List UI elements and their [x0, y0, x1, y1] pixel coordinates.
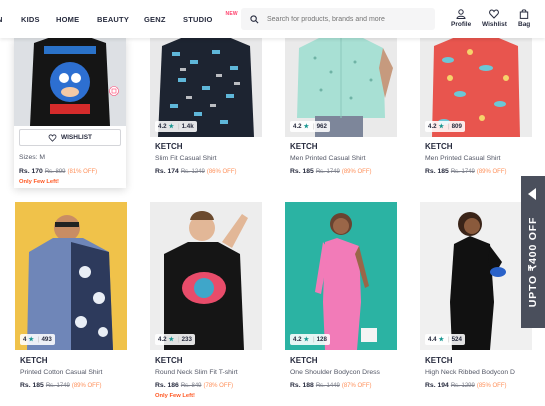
product-brand: KETCH [20, 356, 48, 365]
nav-item-home[interactable]: HOME [56, 0, 79, 38]
product-brand: KETCH [155, 142, 183, 151]
product-title: High Neck Ribbed Bodycon D [425, 369, 515, 376]
star-icon: ★ [438, 124, 444, 130]
profile-label: Profile [451, 21, 472, 28]
nav-item-men-partial[interactable]: N [0, 0, 3, 38]
rating-badge: 4.4 ★ | 524 [425, 334, 465, 345]
nav-item-studio[interactable]: STUDIO NEW [183, 0, 238, 38]
star-icon: ★ [168, 337, 174, 343]
product-brand: KETCH [155, 356, 183, 365]
similar-icon[interactable] [109, 86, 119, 96]
product-title: Men Printed Casual Shirt [290, 155, 366, 162]
product-card[interactable]: 4.2 ★ | 809 KETCH Men Printed Casual Shirt … [420, 38, 532, 228]
product-price-row: Rs. 185 Rs. 1749 (89% OFF) [425, 168, 507, 175]
wishlist-button-card[interactable]: WISHLIST [19, 129, 121, 146]
star-icon: ★ [28, 337, 34, 343]
product-title: Printed Cotton Casual Shirt [20, 369, 103, 376]
new-badge: NEW [225, 11, 238, 17]
profile-icon [456, 9, 466, 19]
product-price-row: Rs. 185 Rs. 1749 (89% OFF) [290, 168, 372, 175]
top-header: N KIDS HOME BEAUTY GENZ STUDIONEW Profil… [0, 0, 545, 38]
product-image[interactable]: 4 ★ | 493 [15, 202, 127, 350]
product-photo-tshirt [30, 38, 110, 126]
product-brand: KETCH [290, 356, 318, 365]
product-title: One Shoulder Bodycon Dress [290, 369, 380, 376]
profile-button[interactable]: Profile [451, 9, 471, 28]
star-icon: ★ [438, 337, 444, 343]
product-image[interactable]: 4.2 ★ | 962 [285, 38, 397, 137]
bag-icon [519, 9, 529, 19]
star-icon: ★ [303, 124, 309, 130]
product-brand: KETCH [425, 142, 453, 151]
wishlist-button-label: WISHLIST [60, 134, 93, 141]
product-price-row: Rs. 188 Rs. 1449 (87% OFF) [290, 382, 372, 389]
wishlist-label: Wishlist [482, 21, 507, 28]
nav-item-kids[interactable]: KIDS [21, 0, 40, 38]
product-title: Men Printed Casual Shirt [425, 155, 501, 162]
product-title: Slim Fit Casual Shirt [155, 155, 217, 162]
search-bar[interactable] [241, 8, 435, 30]
search-input[interactable] [267, 15, 427, 23]
nav-item-genz[interactable]: GENZ [144, 0, 166, 38]
product-price-row: Rs. 185 Rs. 1749 (89% OFF) [20, 382, 102, 389]
bag-label: Bag [518, 21, 531, 28]
product-card[interactable]: 4.2 ★ | 962 KETCH Men Printed Casual Shirt … [285, 38, 397, 228]
product-price-row: Rs. 174 Rs. 1249 (86% OFF) [155, 168, 237, 175]
nav-item-beauty[interactable]: BEAUTY [97, 0, 129, 38]
product-card-hover[interactable]: WISHLIST Sizes: M Rs. 170 Rs. 899 (81% OFF… [14, 38, 126, 188]
product-image[interactable]: 4.2 ★ | 128 [285, 202, 397, 350]
heart-icon [48, 133, 57, 142]
star-icon: ★ [168, 124, 174, 130]
rating-badge: 4.2 ★ | 962 [290, 121, 330, 132]
rating-badge: 4.2 ★ | 1.4k [155, 121, 197, 132]
few-left-label: Only Few Left! [19, 179, 59, 185]
product-image[interactable] [14, 38, 126, 126]
star-icon: ★ [303, 337, 309, 343]
product-image[interactable]: 4.4 ★ | 524 [420, 202, 532, 350]
product-card[interactable]: 4.4 ★ | 524 KETCH High Neck Ribbed Bodycon … [420, 202, 532, 392]
product-photo-shirt [27, 215, 113, 350]
bag-button[interactable]: Bag [518, 9, 530, 28]
product-brand: KETCH [425, 356, 453, 365]
product-price-row: Rs. 170 Rs. 899 (81% OFF) [19, 168, 98, 175]
product-card[interactable]: 4.2 ★ | 233 KETCH Round Neck Slim Fit T-shi… [150, 202, 262, 399]
product-photo-dress [315, 213, 377, 350]
rating-badge: 4 ★ | 493 [20, 334, 55, 345]
product-sizes: Sizes: M [19, 154, 46, 161]
product-card[interactable]: 4.2 ★ | 1.4k KETCH Slim Fit Casual Shirt Rs… [150, 38, 262, 228]
product-image[interactable]: 4.2 ★ | 233 [150, 202, 262, 350]
product-card[interactable]: 4 ★ | 493 KETCH Printed Cotton Casual Shirt… [15, 202, 127, 392]
product-brand: KETCH [290, 142, 318, 151]
product-image[interactable]: 4.2 ★ | 809 [420, 38, 532, 137]
rating-badge: 4.2 ★ | 128 [290, 334, 330, 345]
product-title: Round Neck Slim Fit T-shirt [155, 369, 238, 376]
product-price-row: Rs. 186 Rs. 849 (78% OFF) [155, 382, 234, 389]
rating-badge: 4.2 ★ | 809 [425, 121, 465, 132]
product-card[interactable]: 4.2 ★ | 128 KETCH One Shoulder Bodycon Dres… [285, 202, 397, 392]
wishlist-button[interactable]: Wishlist [482, 9, 507, 28]
product-photo-dress [450, 212, 506, 350]
search-icon [250, 14, 259, 23]
heart-icon [489, 9, 500, 19]
chevron-left-icon [528, 188, 536, 200]
product-photo-tshirt [164, 211, 248, 350]
promo-side-tab[interactable]: UPTO ₹400 OFF [521, 176, 545, 328]
few-left-label: Only Few Left! [155, 393, 195, 399]
product-image[interactable]: 4.2 ★ | 1.4k [150, 38, 262, 137]
rating-badge: 4.2 ★ | 233 [155, 334, 195, 345]
promo-text: UPTO ₹400 OFF [527, 216, 539, 308]
product-price-row: Rs. 194 Rs. 1299 (85% OFF) [425, 382, 507, 389]
